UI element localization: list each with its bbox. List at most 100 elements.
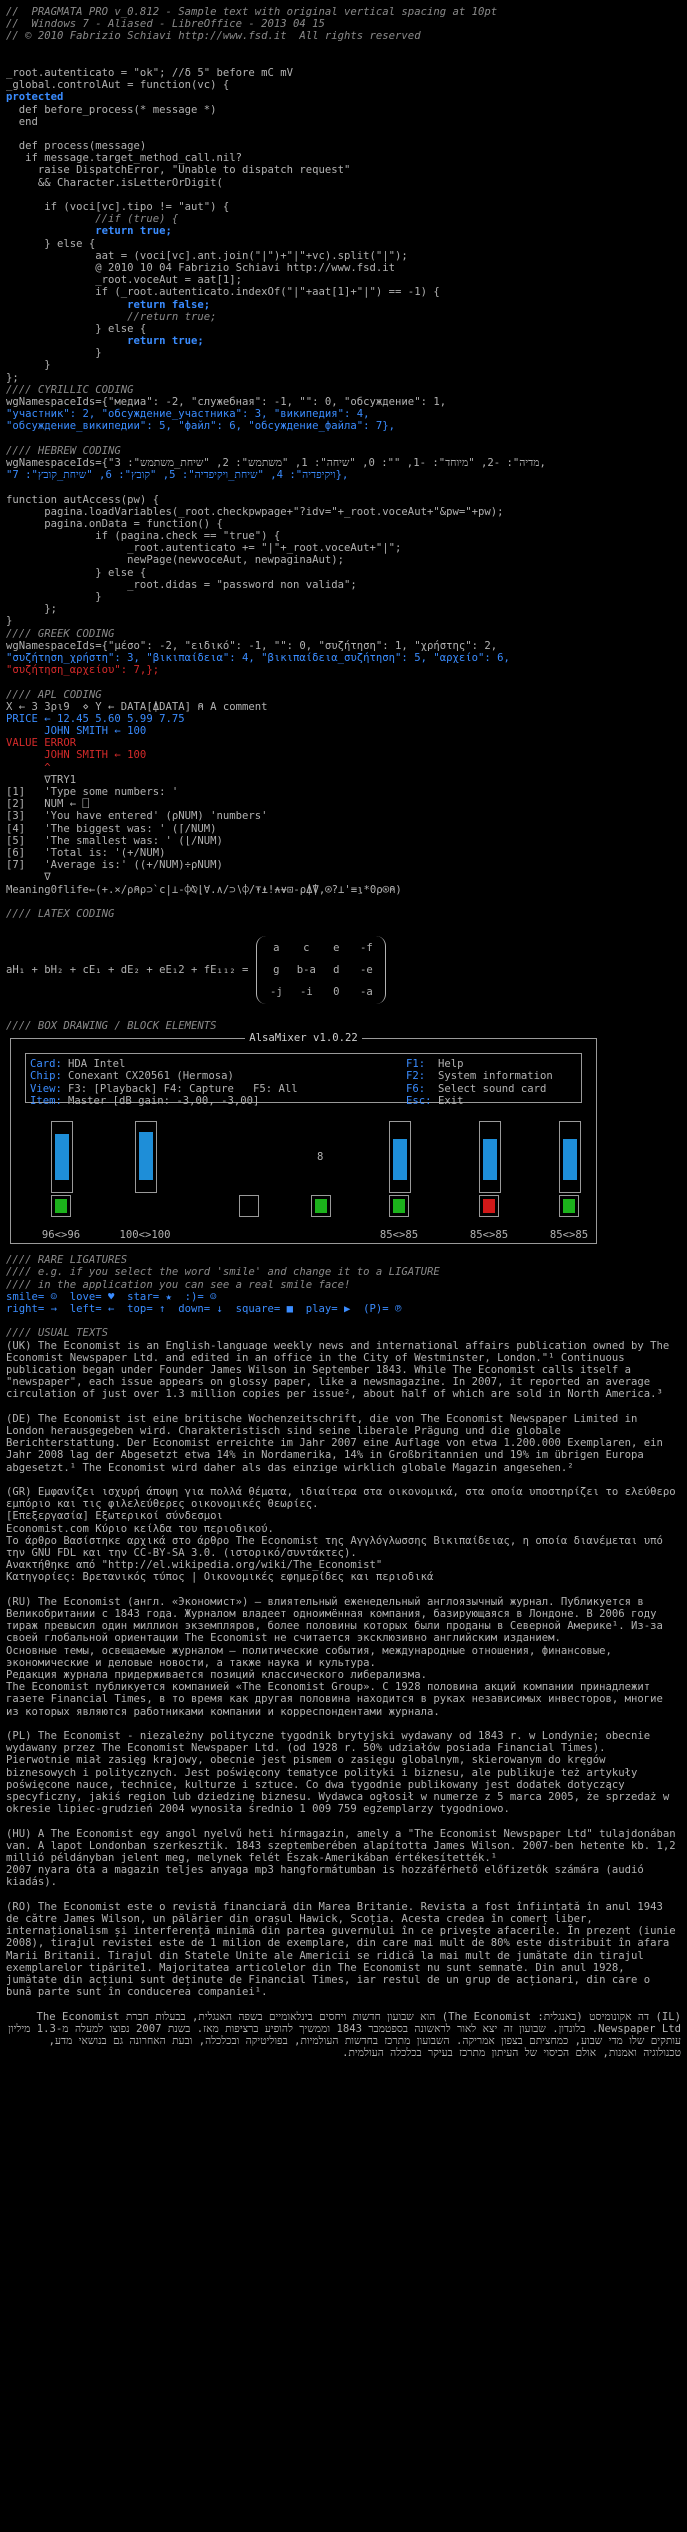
mute-indicator [483, 1199, 495, 1214]
mute-toggle[interactable] [239, 1195, 259, 1218]
header-line: // © 2010 Fabrizio Schiavi http://www.fs… [6, 30, 421, 43]
info-value: System information [438, 1070, 553, 1083]
info-value: F3: [Playback] F4: Capture F5: All [68, 1082, 298, 1095]
paragraph-gr: (GR) Εμφανίζει ισχυρή άποψη για πολλά θέ… [6, 1485, 676, 1584]
matrix-cell: -i [299, 986, 313, 999]
code-line: wgNamespaceIds={"медиа": -2, "служебная"… [6, 396, 447, 408]
paragraph-pl: (PL) The Economist - niezależny politycz… [6, 1730, 670, 1816]
info-key: Chip: [30, 1070, 62, 1083]
code-line: [6] 'Total is: '(+/NUM) [6, 846, 166, 859]
matrix-cell: g [273, 963, 280, 976]
code-block-autaccess: function autAccess(pw) { pagina.loadVari… [6, 494, 681, 628]
section-title: //// BOX DRAWING / BLOCK ELEMENTS [6, 1020, 217, 1033]
code-line: aat = (voci[vc].ant.join("|")+"|"+vc).sp… [6, 249, 408, 262]
code-line: } else { [6, 237, 96, 250]
mute-toggle[interactable] [311, 1195, 331, 1218]
channel-mark: 8 [317, 1151, 324, 1164]
code-line: } [6, 347, 102, 360]
code-line: _root.didas = "password non valida"; [6, 578, 357, 591]
code-line: return false; [6, 298, 211, 311]
code-line: "обсуждение_википедии": 5, "файл": 6, "о… [6, 420, 396, 433]
mute-toggle[interactable] [389, 1195, 409, 1218]
volume-level [393, 1138, 407, 1180]
code-line: [2] NUM ← ⎕ [6, 798, 89, 811]
mute-toggle[interactable] [479, 1195, 499, 1218]
paragraph-hu: (HU) A The Economist egy angol nyelvű he… [6, 1827, 676, 1889]
mute-indicator [563, 1199, 575, 1214]
code-line: pagina.loadVariables(_root.checkpwpage+"… [6, 505, 504, 518]
code-line: return true; [6, 335, 204, 348]
matrix-cell: e [333, 941, 340, 954]
alsamixer: AlsaMixer v1.0.22 Card: HDA Intel Chip: Co… [6, 1032, 681, 1254]
info-value: Conexant CX20561 (Hermosa) [68, 1070, 234, 1083]
matrix-cell: d [333, 963, 340, 976]
volume-fader[interactable] [135, 1121, 157, 1194]
mixer-frame: AlsaMixer v1.0.22 Card: HDA Intel Chip: Co… [10, 1032, 597, 1245]
matrix-cell: a [273, 941, 280, 954]
volume-level [55, 1133, 69, 1180]
volume-fader[interactable] [51, 1121, 73, 1194]
volume-level [139, 1131, 153, 1180]
paragraph-uk: (UK) The Economist is an English-languag… [6, 1339, 676, 1401]
code-line: _root.voceAut = aat[1]; [6, 274, 242, 287]
section-title: //// LATEX CODING [6, 907, 115, 920]
code-line: [3] 'You have entered' (ρNUM) 'numbers' [6, 810, 268, 823]
code-block-actionscript: _root.autenticato = "ok"; //δ 5" before … [6, 67, 681, 384]
mixer-info-left: Card: HDA Intel Chip: Conexant CX20561 (He… [30, 1058, 298, 1107]
code-line: _root.autenticato += "|"+_root.voceAut+"… [6, 542, 402, 555]
info-value: Exit [438, 1094, 464, 1107]
matrix-cell: c [303, 941, 310, 954]
section-title: //// HEBREW CODING [6, 444, 121, 457]
mute-toggle[interactable] [559, 1195, 579, 1218]
code-line: wgNamespaceIds={"μέσο": -2, "ειδικό": -1… [6, 639, 498, 652]
info-key: F6: [406, 1082, 426, 1095]
formula-text: aH₁ + bH₂ + cE₁ + dE₂ + eE₁2 + fE₁₁₂ = [6, 963, 249, 976]
volume-fader[interactable] [479, 1121, 501, 1194]
comment-line: //// in the application you can see a re… [6, 1278, 351, 1291]
code-line: [7] 'Average is:' ((+/NUM)÷ρNUM) [6, 859, 223, 872]
comment-line: //// e.g. if you select the word 'smile'… [6, 1266, 440, 1279]
matrix-cell: 0 [333, 986, 340, 999]
code-line: } [6, 615, 13, 628]
info-value: HDA Intel [68, 1058, 126, 1071]
volume-fader[interactable] [389, 1121, 411, 1194]
code-line: if (pagina.check == "true") { [6, 530, 281, 543]
cyrillic-section: //// CYRILLIC CODING wgNamespaceIds={"ме… [6, 384, 681, 433]
code-line: VALUE ERROR [6, 737, 77, 750]
code-line: "участник": 2, "обсуждение_участника": 3… [6, 408, 370, 421]
volume-fader[interactable] [559, 1121, 581, 1194]
code-line: [4] 'The biggest was: ' (⌈/NUM) [6, 822, 217, 835]
mixer-title: AlsaMixer v1.0.22 [245, 1032, 362, 1045]
code-line: @ 2010 10 04 Fabrizio Schiavi http://www… [6, 261, 396, 274]
code-line: } else { [6, 566, 147, 579]
matrix-cell: -f [359, 941, 373, 954]
code-line: ∇ [6, 871, 51, 884]
section-title: //// APL CODING [6, 688, 102, 701]
ligature-line: right= → left= ← top= ↑ down= ↓ square= … [6, 1303, 402, 1315]
volume-level [563, 1138, 577, 1180]
channel-label: 100<>100 [119, 1229, 171, 1242]
header-comment: // PRAGMATA PRO v_0.812 - Sample text wi… [6, 6, 681, 43]
code-line: if (voci[vc].tipo != "aut") { [6, 201, 230, 213]
hebrew-section: //// HEBREW CODING wgNamespaceIds={"מדיה… [6, 445, 681, 482]
code-line: } [6, 359, 51, 372]
paragraph-ru: (RU) The Economist (англ. «Экономист») —… [6, 1595, 663, 1718]
mute-indicator [315, 1199, 327, 1214]
code-line: pagina.onData = function() { [6, 517, 223, 530]
code-line: [1] 'Type some numbers: ' [6, 786, 179, 798]
mute-toggle[interactable] [51, 1195, 71, 1218]
code-line: //return true; [6, 310, 217, 323]
mute-indicator [393, 1199, 405, 1214]
volume-level [483, 1138, 497, 1180]
code-line: raise DispatchError, "Unable to dispatch… [6, 164, 351, 177]
code-line: JOHN SMITH ← 100 [6, 749, 147, 762]
paragraph-il: (IL) דה אקונומיסט (באנגלית: The Economis… [1, 2010, 681, 2060]
info-key: F1: [406, 1058, 426, 1071]
ligatures-section: //// RARE LIGATURES //// e.g. if you sel… [6, 1254, 681, 1315]
mixer-info-right: F1: Help F2: System information F6: Select … [406, 1058, 553, 1107]
mute-indicator [55, 1199, 67, 1214]
code-line: //if (true) { [6, 213, 179, 226]
code-line: def process(message) [6, 140, 147, 153]
code-line: end [6, 115, 38, 128]
apl-section: //// APL CODING X ← 3 3ρ⍳9 ⋄ Y ← DATA[⍋D… [6, 689, 681, 896]
